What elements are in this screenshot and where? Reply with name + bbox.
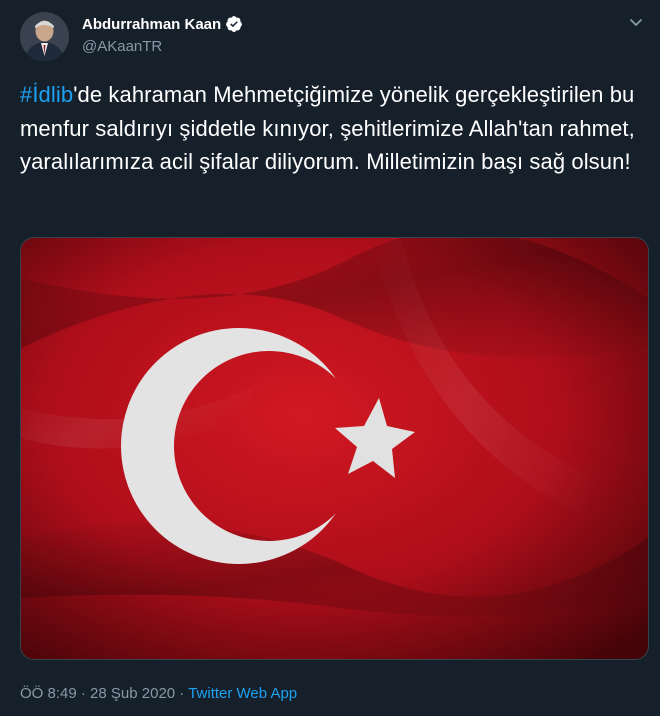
chevron-down-icon[interactable] xyxy=(626,12,646,32)
tweet-body: 'de kahraman Mehmetçiğimize yönelik gerç… xyxy=(20,82,635,174)
author-name[interactable]: Abdurrahman Kaan xyxy=(82,16,221,33)
meta-separator: · xyxy=(76,685,91,702)
hashtag-link[interactable]: #İdlib xyxy=(20,82,73,107)
tweet-media-image[interactable] xyxy=(20,237,649,660)
meta-separator: · xyxy=(175,685,189,702)
tweet-card: Abdurrahman Kaan @AKaanTR #İdlib'de kahr… xyxy=(0,0,660,716)
tweet-source-link[interactable]: Twitter Web App xyxy=(188,685,297,702)
verified-badge-icon xyxy=(226,16,243,32)
turkish-flag-image xyxy=(21,238,648,659)
author-handle[interactable]: @AKaanTR xyxy=(82,38,162,55)
tweet-date[interactable]: 28 Şub 2020 xyxy=(90,685,175,702)
tweet-text: #İdlib'de kahraman Mehmetçiğimize yöneli… xyxy=(20,78,645,179)
avatar[interactable] xyxy=(20,12,69,61)
tweet-meta: ÖÖ 8:49 · 28 Şub 2020 · Twitter Web App xyxy=(20,685,297,702)
tweet-time[interactable]: ÖÖ 8:49 xyxy=(20,685,77,702)
